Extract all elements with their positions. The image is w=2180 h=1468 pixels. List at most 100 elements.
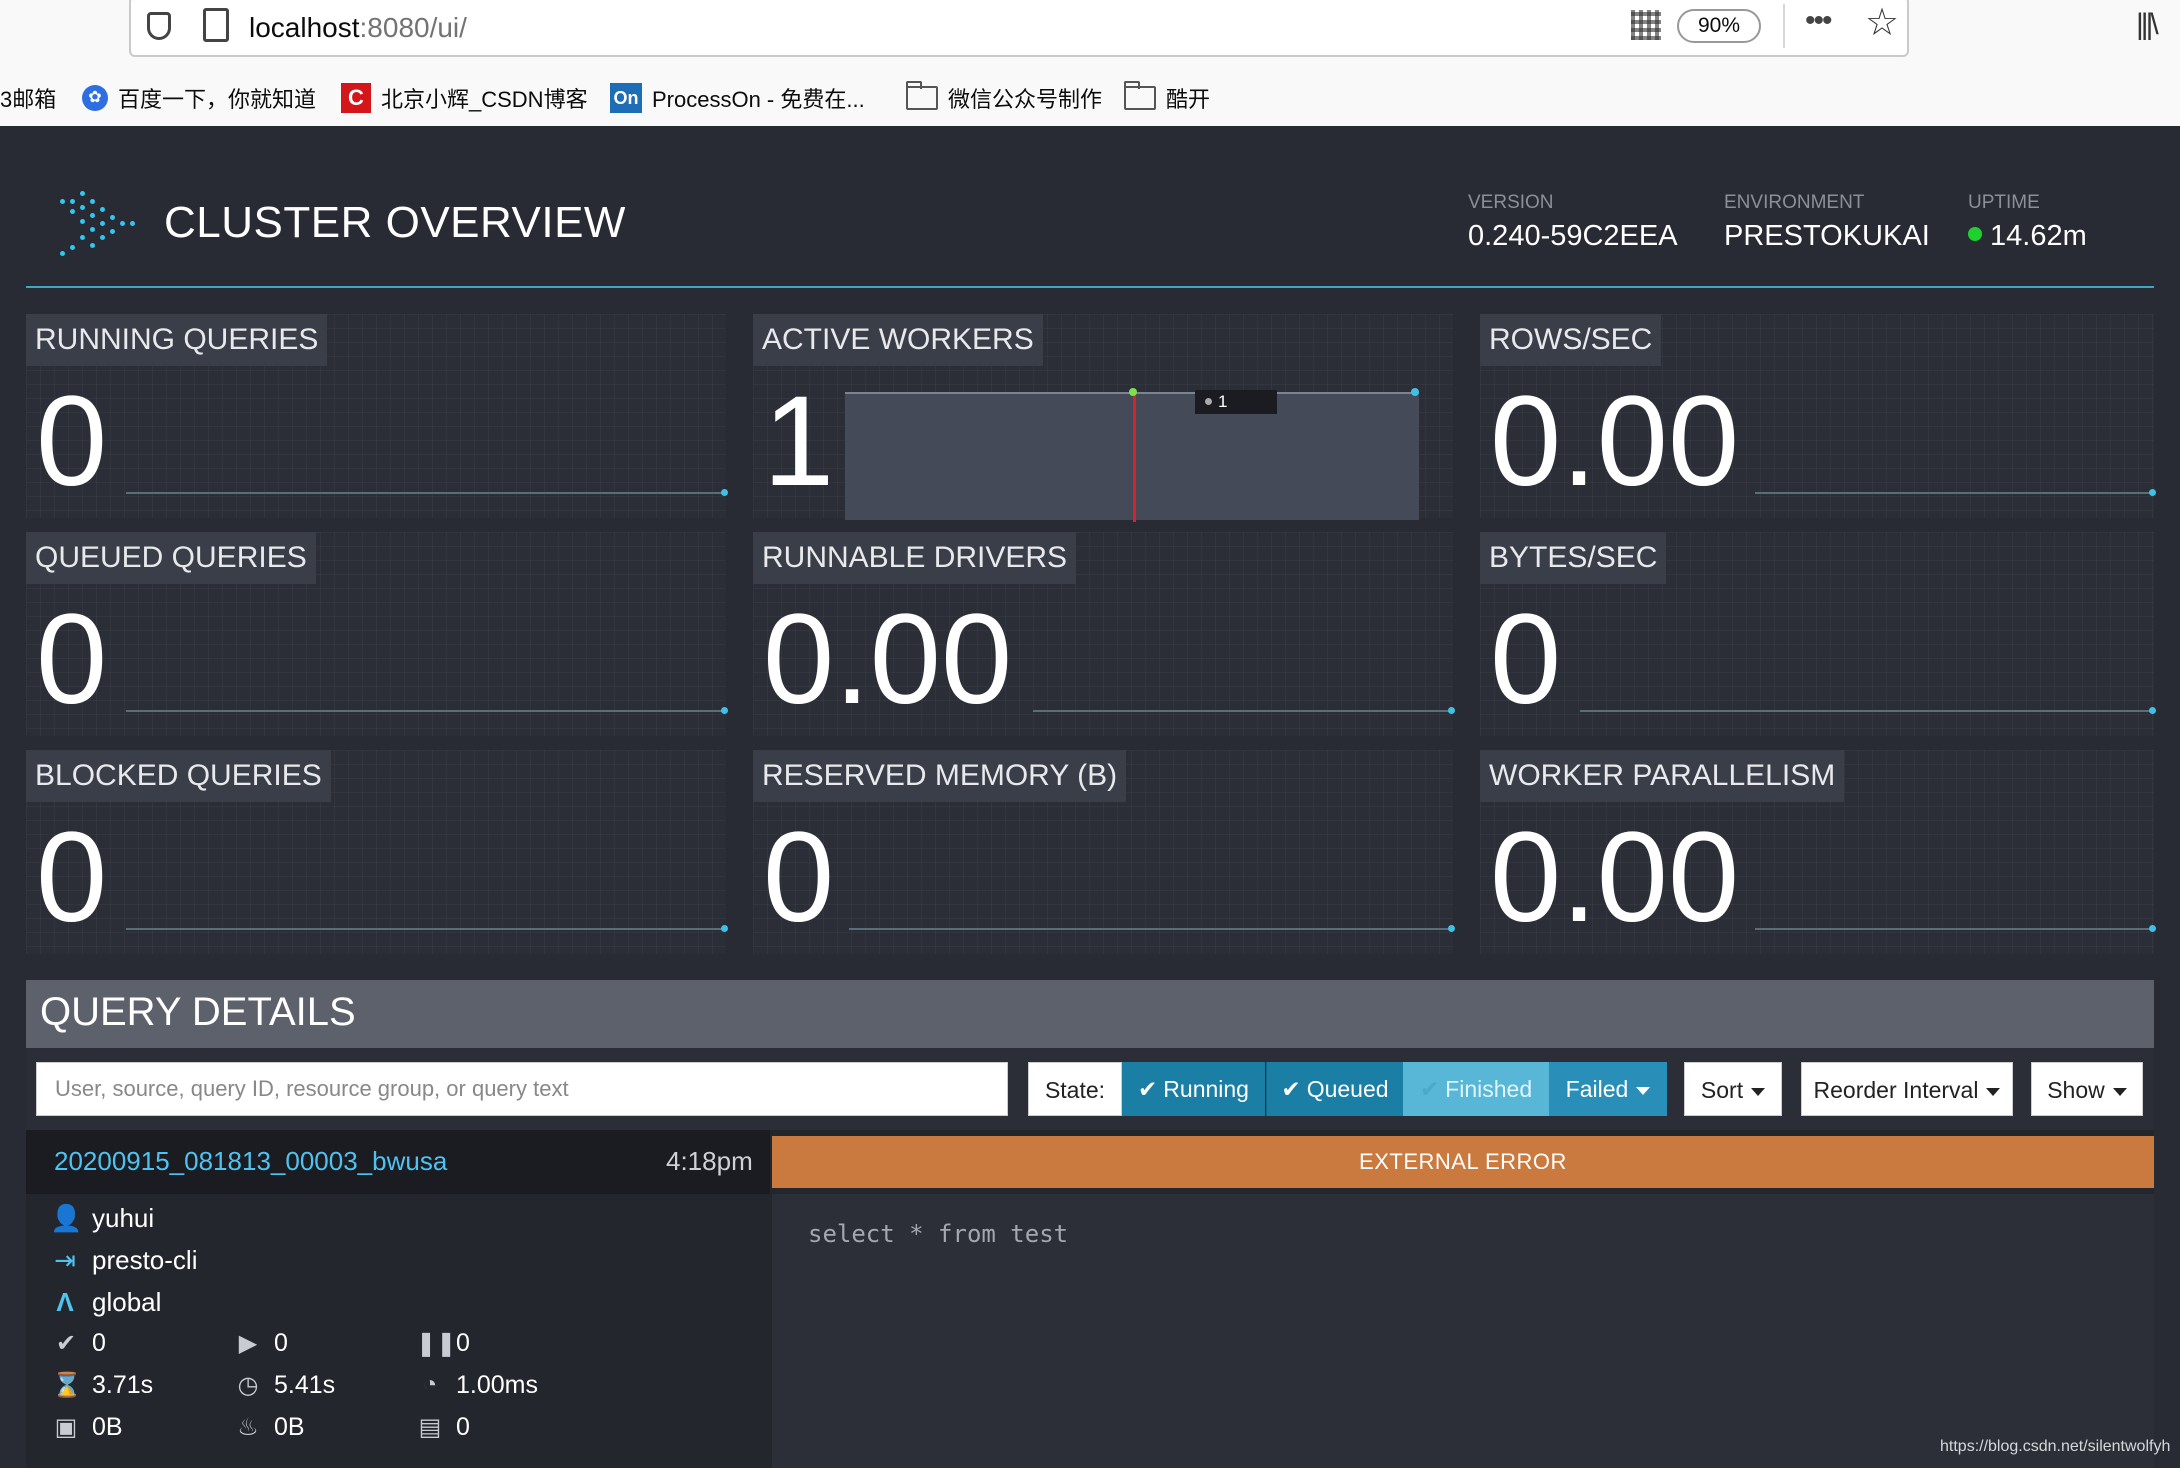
bookmark-wechat-folder[interactable]: 微信公众号制作: [906, 80, 1102, 116]
bookmark-star-icon[interactable]: ☆: [1865, 0, 1899, 45]
dropdown-label: Show: [2047, 1077, 2105, 1103]
sparkline: [126, 925, 728, 932]
filter-queued-button[interactable]: ✔ Queued: [1266, 1062, 1403, 1116]
filter-label: Failed: [1565, 1076, 1629, 1102]
tile-value: 0: [36, 806, 108, 949]
stat-value: 5.41s: [274, 1370, 336, 1399]
stat-value: 0: [92, 1328, 106, 1357]
query-list-item: 20200915_081813_00003_bwusa 4:18pm 👤 yuhu…: [26, 1130, 2154, 1468]
tooltip-value: 1: [1218, 392, 1228, 411]
workers-sparkline-chart[interactable]: 1: [845, 388, 1419, 522]
stat-value: 3.71s: [92, 1370, 154, 1399]
environment-value: PRESTOKUKAI: [1724, 220, 1930, 252]
tile-value: 0.00: [1490, 806, 1740, 949]
qr-code-icon[interactable]: [1631, 10, 1661, 40]
tile-rows-sec: ROWS/SEC 0.00: [1480, 314, 2156, 518]
pause-icon: ❚❚: [416, 1329, 457, 1357]
url-host: localhost: [249, 12, 360, 43]
bookmark-kukai-folder[interactable]: 酷开: [1124, 80, 1210, 116]
completed-splits: ✔ 0: [52, 1326, 106, 1360]
bookmark-label: 酷开: [1166, 87, 1211, 112]
reorder-interval-dropdown[interactable]: Reorder Interval: [1801, 1062, 2013, 1116]
filter-running-button[interactable]: ✔ Running: [1122, 1062, 1265, 1116]
tile-reserved-memory: RESERVED MEMORY (B) 0: [753, 750, 1455, 954]
more-actions-icon[interactable]: •••: [1805, 4, 1832, 38]
tile-label: BYTES/SEC: [1480, 532, 1667, 584]
sparkline: [1580, 707, 2156, 714]
bookmark-mail[interactable]: 3邮箱: [0, 80, 56, 116]
sparkline: [126, 707, 728, 714]
baidu-paw-icon: ✿: [82, 85, 108, 111]
filter-label: Running: [1163, 1076, 1249, 1102]
bookmarks-bar: 3邮箱 ✿ 百度一下，你就知道 C 北京小辉_CSDN博客 On ProcessOn …: [0, 80, 2180, 116]
tile-label: RESERVED MEMORY (B): [753, 750, 1127, 802]
current-memory: ▣ 0B: [52, 1410, 123, 1444]
check-icon: ✔: [55, 1329, 77, 1357]
presto-logo-icon[interactable]: [60, 191, 136, 257]
show-dropdown[interactable]: Show: [2031, 1062, 2143, 1116]
shield-icon[interactable]: [147, 12, 171, 40]
sparkline-tooltip: 1: [1195, 390, 1277, 414]
page-icon[interactable]: [203, 8, 229, 42]
query-resource-group: Λglobal: [50, 1284, 161, 1320]
state-label: State:: [1028, 1062, 1122, 1116]
browser-chrome: localhost:8080/ui/ 90% ••• ☆ |||\ 3邮箱 ✿ 百…: [0, 0, 2180, 126]
sparkline-point: [1411, 388, 1419, 396]
tile-label: WORKER PARALLELISM: [1480, 750, 1845, 802]
chevron-down-icon: [2112, 1087, 2127, 1096]
tile-value: 0: [1490, 588, 1562, 731]
url-text[interactable]: localhost:8080/ui/: [249, 12, 467, 44]
sparkline-point: [1129, 388, 1137, 396]
cumulative-memory: ▤ 0: [416, 1410, 470, 1444]
processon-icon: On: [610, 83, 642, 113]
tile-label: BLOCKED QUERIES: [26, 750, 331, 802]
tile-queued-queries: QUEUED QUERIES 0: [26, 532, 728, 736]
tooltip-bullet-icon: [1205, 398, 1212, 405]
clock-icon: ◷: [237, 1371, 259, 1399]
stat-value: 0: [274, 1328, 288, 1357]
query-details-header: QUERY DETAILS: [26, 980, 2154, 1048]
query-id-link[interactable]: 20200915_081813_00003_bwusa: [54, 1146, 447, 1177]
presto-ui: CLUSTER OVERVIEW VERSION 0.240-59C2EEA E…: [0, 126, 2180, 1468]
stat-value: 1.00ms: [456, 1370, 538, 1399]
zoom-level-button[interactable]: 90%: [1677, 9, 1761, 43]
sparkline: [1755, 489, 2156, 496]
cluster-header: CLUSTER OVERVIEW VERSION 0.240-59C2EEA E…: [26, 126, 2154, 288]
fire-icon: ♨: [237, 1413, 259, 1441]
query-search-input[interactable]: [36, 1062, 1008, 1116]
sort-dropdown[interactable]: Sort: [1684, 1062, 1782, 1116]
tile-label: ACTIVE WORKERS: [753, 314, 1043, 366]
url-path: :8080/ui/: [359, 12, 467, 43]
query-text-panel[interactable]: select * from test: [772, 1194, 2154, 1468]
bookmark-baidu[interactable]: ✿ 百度一下，你就知道: [82, 80, 316, 116]
scale-icon: ▣: [54, 1413, 78, 1441]
library-icon[interactable]: |||\: [2136, 8, 2159, 42]
uptime-text: 14.62m: [1990, 220, 2087, 252]
bookmark-processon[interactable]: On ProcessOn - 免费在...: [610, 80, 865, 116]
query-time: 4:18pm: [666, 1146, 753, 1176]
check-icon: ✔: [1138, 1076, 1158, 1102]
url-bar[interactable]: localhost:8080/ui/ 90% ••• ☆: [129, 0, 1909, 57]
bookmark-csdn[interactable]: C 北京小辉_CSDN博客: [341, 80, 588, 116]
running-splits: ▶ 0: [234, 1326, 288, 1360]
environment-label: ENVIRONMENT: [1724, 192, 1865, 213]
tile-value: 0.00: [763, 588, 1013, 731]
version-label: VERSION: [1468, 192, 1554, 213]
stat-value: 0B: [274, 1412, 305, 1441]
page-title: CLUSTER OVERVIEW: [164, 198, 626, 247]
filter-label: Finished: [1445, 1076, 1533, 1102]
road-icon: Λ: [56, 1286, 74, 1317]
resource-group-text: global: [92, 1286, 162, 1317]
filter-finished-button[interactable]: ✔ Finished: [1403, 1062, 1549, 1116]
tile-bytes-sec: BYTES/SEC 0: [1480, 532, 2156, 736]
tile-label: ROWS/SEC: [1480, 314, 1662, 366]
uptime-status-dot: [1968, 227, 1982, 242]
tile-value: 0: [763, 806, 835, 949]
elapsed-time: ◷ 5.41s: [234, 1368, 336, 1402]
query-status-badge: EXTERNAL ERROR: [772, 1136, 2154, 1188]
sparkline: [849, 925, 1455, 932]
tile-runnable-drivers: RUNNABLE DRIVERS 0.00: [753, 532, 1455, 736]
dashboard-icon: ◔: [422, 1371, 438, 1398]
filter-failed-dropdown[interactable]: Failed: [1549, 1062, 1667, 1116]
tile-value: 0.00: [1490, 370, 1740, 513]
